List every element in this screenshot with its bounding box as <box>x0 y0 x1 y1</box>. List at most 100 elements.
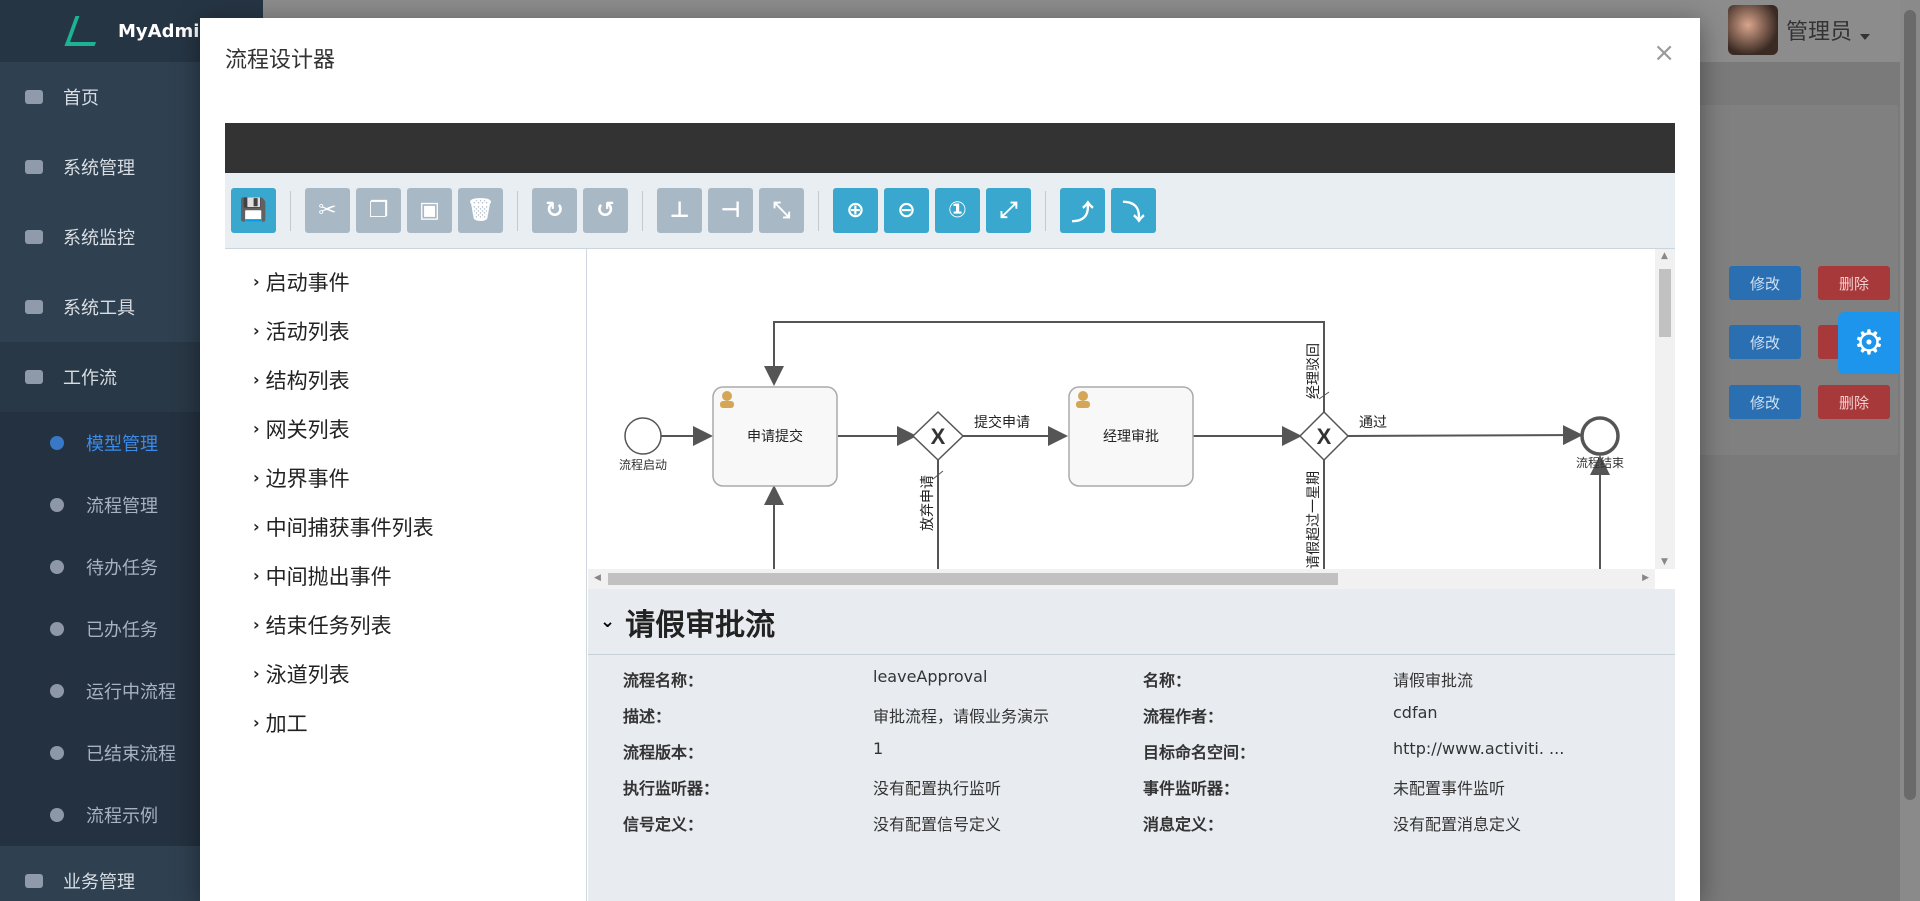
edit-button[interactable]: 修改 <box>1729 385 1801 419</box>
zoom-in-icon[interactable]: ⊕ <box>833 188 878 233</box>
flow-pass-label: 通过 <box>1359 414 1387 430</box>
chevron-right-icon: › <box>253 321 260 340</box>
palette-boundary-events[interactable]: › 边界事件 <box>225 453 586 502</box>
delete-button[interactable]: 删除 <box>1818 266 1890 300</box>
property-row[interactable]: 信号定义： 没有配置信号定义 消息定义： 没有配置消息定义 <box>588 811 1675 847</box>
user-task-icon <box>722 391 732 401</box>
property-row[interactable]: 流程名称： leaveApproval 名称： 请假审批流 <box>588 667 1675 703</box>
username: 管理员 <box>1785 20 1852 45</box>
chevron-down-icon: ⌄ <box>600 611 616 632</box>
edit-button[interactable]: 修改 <box>1729 266 1801 300</box>
property-row[interactable]: 流程版本： 1 目标命名空间： http://www.activiti. ... <box>588 739 1675 775</box>
palette-structural[interactable]: › 结构列表 <box>225 355 586 404</box>
scroll-right-icon[interactable]: ▶ <box>1642 573 1649 583</box>
user-task-icon <box>1078 391 1088 401</box>
palette-swimlanes[interactable]: › 泳道列表 <box>225 649 586 698</box>
redo-icon[interactable]: ↻ <box>532 188 577 233</box>
close-icon[interactable]: × <box>1653 38 1675 68</box>
save-icon[interactable]: 💾 <box>231 188 276 233</box>
start-event[interactable] <box>624 417 662 455</box>
cut-icon[interactable]: ✂ <box>305 188 350 233</box>
server-icon <box>25 160 43 174</box>
palette-catching-events[interactable]: › 中间捕获事件列表 <box>225 502 586 551</box>
chevron-right-icon: › <box>253 713 260 732</box>
flow-icon <box>25 370 43 384</box>
app-name: MyAdmin <box>118 20 213 42</box>
property-row[interactable]: 执行监听器： 没有配置执行监听 事件监听器： 未配置事件监听 <box>588 775 1675 811</box>
caret-down-icon <box>1860 34 1870 40</box>
delete-icon[interactable]: 🗑 <box>458 188 503 233</box>
scrollbar-thumb[interactable] <box>1904 10 1916 800</box>
designer: 💾 ✂ ❐ ▣ 🗑 ↻ ↺ ⊥ ⊣ ⤡ ⊕ ⊖ ① ⤢ ⤴ ⤵ › 启动事件 › 活… <box>225 123 1675 901</box>
palette-artifacts[interactable]: › 加工 <box>225 698 586 747</box>
toolbar-separator <box>1045 190 1046 231</box>
align-horizontal-icon[interactable]: ⊥ <box>657 188 702 233</box>
chevron-right-icon: › <box>253 370 260 389</box>
briefcase-icon <box>25 300 43 314</box>
bpmn-diagram: 流程启动 申请提交 X 经理审批 X 流程结束 提交申请 通过 经理驳回 放弃申… <box>619 321 1624 569</box>
undo-icon[interactable]: ↺ <box>583 188 628 233</box>
gateway-x-icon: X <box>931 424 946 449</box>
edit-button[interactable]: 修改 <box>1729 325 1801 359</box>
clipboard-check-icon <box>50 622 64 636</box>
add-bendpoint-icon[interactable]: ⤴ <box>1060 188 1105 233</box>
monitor-icon <box>25 230 43 244</box>
dashboard-icon <box>25 90 43 104</box>
scroll-left-icon[interactable]: ◀ <box>594 573 601 583</box>
chevron-right-icon: › <box>253 419 260 438</box>
chevron-right-icon: › <box>253 468 260 487</box>
chevron-right-icon: › <box>253 664 260 683</box>
align-vertical-icon[interactable]: ⊣ <box>708 188 753 233</box>
chevron-right-icon: › <box>253 517 260 536</box>
scrollbar-thumb[interactable] <box>608 573 1338 585</box>
toolbar-separator <box>642 190 643 231</box>
canvas-horizontal-scrollbar[interactable]: ◀ ▶ <box>588 569 1655 589</box>
flow-overtime-label: 请假超过一星期 <box>1305 471 1321 569</box>
scroll-down-icon[interactable]: ▼ <box>1661 557 1668 567</box>
scroll-up-icon[interactable]: ▲ <box>1661 251 1668 261</box>
palette-activities[interactable]: › 活动列表 <box>225 306 586 355</box>
palette-gateways[interactable]: › 网关列表 <box>225 404 586 453</box>
gear-icon <box>25 874 43 888</box>
settings-gear-icon[interactable]: ⚙ <box>1838 312 1900 374</box>
remove-bendpoint-icon[interactable]: ⤵ <box>1111 188 1156 233</box>
properties-panel: ⌄ 请假审批流 流程名称： leaveApproval 名称： 请假审批流 描述：审… <box>588 589 1675 901</box>
paste-icon[interactable]: ▣ <box>407 188 452 233</box>
play-icon <box>50 684 64 698</box>
canvas-vertical-scrollbar[interactable]: ▲ ▼ <box>1655 249 1675 569</box>
user-menu[interactable]: 管理员 <box>1727 5 1870 55</box>
modal-title: 流程设计器 <box>225 48 336 73</box>
zoom-out-icon[interactable]: ⊖ <box>884 188 929 233</box>
scrollbar-thumb[interactable] <box>1659 269 1671 337</box>
toolbar-separator <box>517 190 518 231</box>
designer-toolbar: 💾 ✂ ❐ ▣ 🗑 ↻ ↺ ⊥ ⊣ ⤡ ⊕ ⊖ ① ⤢ ⤴ ⤵ <box>225 173 1675 249</box>
diagram-canvas[interactable]: 流程启动 申请提交 X 经理审批 X 流程结束 提交申请 通过 经理驳回 放弃申… <box>588 249 1675 589</box>
palette-end-events[interactable]: › 结束任务列表 <box>225 600 586 649</box>
shape-palette: › 启动事件 › 活动列表 › 结构列表 › 网关列表 › 边界事件 › 中间捕获事件列表 … <box>225 249 587 901</box>
end-event[interactable] <box>1580 416 1620 456</box>
chevron-right-icon: › <box>253 615 260 634</box>
cube-icon <box>50 436 64 450</box>
start-event-label: 流程启动 <box>619 457 667 472</box>
flow-reject[interactable] <box>764 321 1325 412</box>
delete-button[interactable]: 删除 <box>1818 385 1890 419</box>
resize-icon[interactable]: ⤡ <box>759 188 804 233</box>
zoom-reset-icon[interactable]: ① <box>935 188 980 233</box>
logo-icon <box>64 16 106 46</box>
page-scrollbar[interactable] <box>1900 0 1920 901</box>
flow-abandon-label: 放弃申请 <box>919 475 935 531</box>
property-row[interactable]: 描述： 审批流程，请假业务演示 流程作者： cdfan <box>588 703 1675 739</box>
flow-submit-label: 提交申请 <box>974 414 1030 430</box>
properties-header[interactable]: ⌄ 请假审批流 <box>588 589 1675 655</box>
power-icon <box>50 746 64 760</box>
fit-icon[interactable]: ⤢ <box>986 188 1031 233</box>
palette-throwing-events[interactable]: › 中间抛出事件 <box>225 551 586 600</box>
task-submit-label: 申请提交 <box>747 428 803 444</box>
designer-header-bar <box>225 123 1675 173</box>
list-icon <box>50 498 64 512</box>
end-event-label: 流程结束 <box>1576 455 1624 470</box>
palette-start-events[interactable]: › 启动事件 <box>225 257 586 306</box>
copy-icon[interactable]: ❐ <box>356 188 401 233</box>
example-icon <box>50 808 64 822</box>
flow-pass[interactable] <box>1347 425 1583 446</box>
